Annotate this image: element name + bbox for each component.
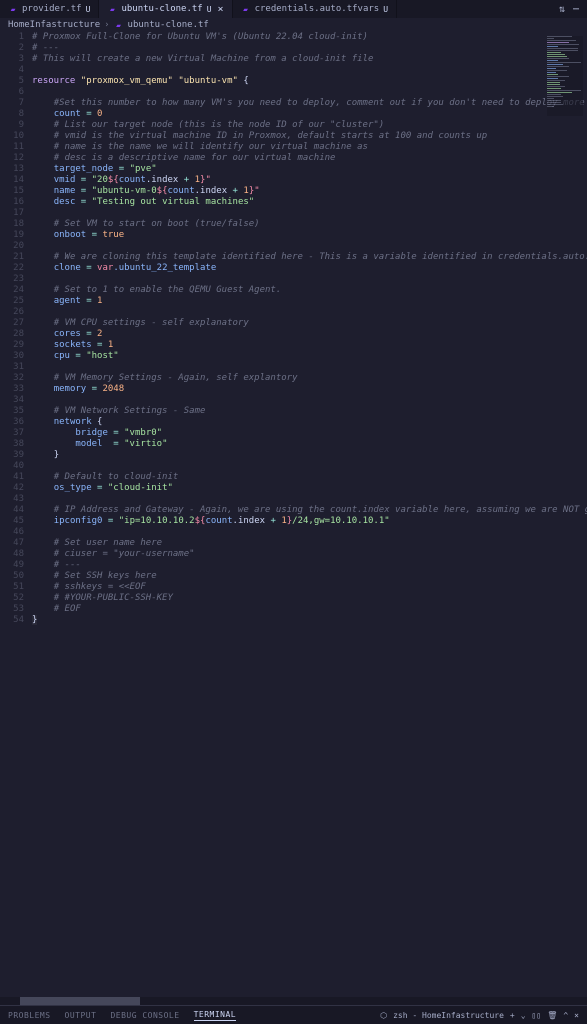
editor[interactable]: 1234567891011121314151617181920212223242… bbox=[0, 32, 587, 997]
code-content[interactable]: # Proxmox Full-Clone for Ubuntu VM's (Ub… bbox=[32, 32, 587, 997]
tab-provider[interactable]: provider.tf U bbox=[0, 0, 99, 18]
tab-label: credentials.auto.tfvars bbox=[255, 4, 380, 14]
terminal-shell-label[interactable]: zsh - HomeInfastructure bbox=[393, 1011, 504, 1020]
close-icon[interactable]: × bbox=[218, 4, 224, 15]
terraform-icon bbox=[107, 4, 117, 14]
panel-tab-terminal[interactable]: TERMINAL bbox=[194, 1010, 237, 1021]
panel-tab-output[interactable]: OUTPUT bbox=[65, 1011, 97, 1020]
tab-label: ubuntu-clone.tf bbox=[121, 4, 202, 14]
new-terminal-icon[interactable]: + bbox=[510, 1011, 515, 1020]
minimap[interactable] bbox=[547, 36, 583, 116]
horizontal-scrollbar[interactable] bbox=[0, 997, 587, 1005]
modified-indicator: U bbox=[86, 5, 91, 14]
chevron-right-icon: › bbox=[104, 20, 109, 30]
compare-changes-icon[interactable]: ⇅ bbox=[559, 4, 565, 15]
panel-tab-problems[interactable]: PROBLEMS bbox=[8, 1011, 51, 1020]
modified-indicator: U bbox=[383, 5, 388, 14]
maximize-panel-icon[interactable]: ^ bbox=[563, 1011, 568, 1020]
terminal-shell-icon[interactable]: ⬡ bbox=[380, 1011, 387, 1020]
line-numbers: 1234567891011121314151617181920212223242… bbox=[0, 32, 32, 997]
terraform-icon bbox=[241, 4, 251, 14]
panel-actions: ⬡ zsh - HomeInfastructure + ⌄ ▯▯ 🗑 ^ × bbox=[380, 1011, 579, 1020]
scrollbar-thumb[interactable] bbox=[20, 997, 140, 1005]
bottom-panel: PROBLEMS OUTPUT DEBUG CONSOLE TERMINAL ⬡… bbox=[0, 1005, 587, 1024]
chevron-down-icon[interactable]: ⌄ bbox=[521, 1011, 526, 1020]
modified-indicator: U bbox=[207, 5, 212, 14]
split-terminal-icon[interactable]: ▯▯ bbox=[532, 1011, 542, 1020]
panel-tabs: PROBLEMS OUTPUT DEBUG CONSOLE TERMINAL ⬡… bbox=[0, 1006, 587, 1024]
terraform-icon bbox=[114, 20, 124, 30]
panel-tab-debug[interactable]: DEBUG CONSOLE bbox=[110, 1011, 179, 1020]
terraform-icon bbox=[8, 4, 18, 14]
tab-credentials[interactable]: credentials.auto.tfvars U bbox=[233, 0, 397, 18]
breadcrumb-file: ubuntu-clone.tf bbox=[128, 20, 209, 30]
breadcrumb[interactable]: HomeInfastructure › ubuntu-clone.tf bbox=[0, 18, 587, 32]
tab-actions: ⇅ ⋯ bbox=[551, 0, 587, 18]
tab-label: provider.tf bbox=[22, 4, 82, 14]
more-actions-icon[interactable]: ⋯ bbox=[573, 4, 579, 15]
tab-bar: provider.tf U ubuntu-clone.tf U × creden… bbox=[0, 0, 587, 18]
tab-ubuntu-clone[interactable]: ubuntu-clone.tf U × bbox=[99, 0, 232, 18]
breadcrumb-folder: HomeInfastructure bbox=[8, 20, 100, 30]
trash-icon[interactable]: 🗑 bbox=[547, 1011, 557, 1020]
close-panel-icon[interactable]: × bbox=[574, 1011, 579, 1020]
